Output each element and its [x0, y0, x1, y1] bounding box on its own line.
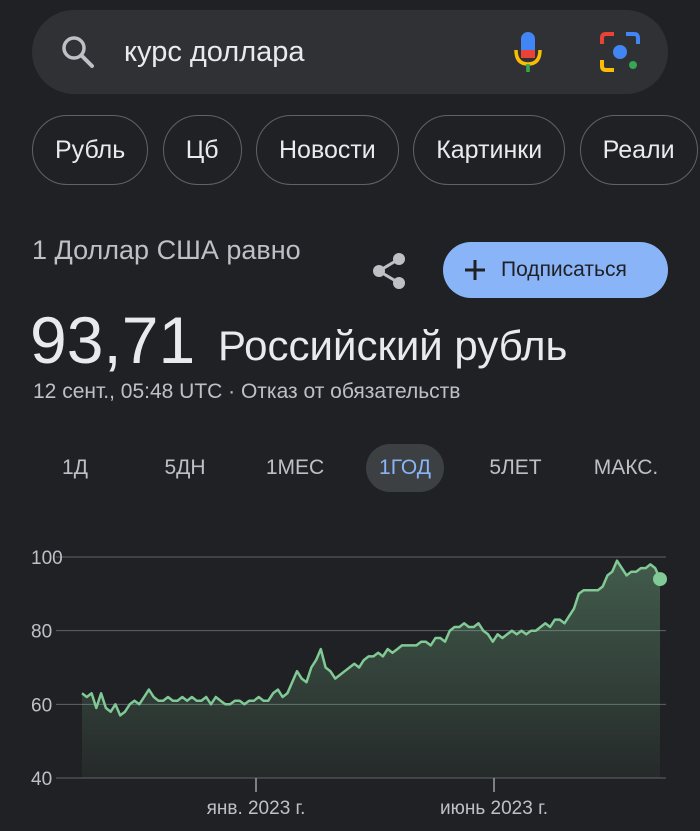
search-bar[interactable]: курс доллара [32, 10, 668, 94]
chip-images[interactable]: Картинки [413, 115, 566, 185]
y-tick-label: 80 [31, 622, 52, 643]
y-tick-label: 100 [31, 548, 63, 569]
x-tick-label: янв. 2023 г. [207, 798, 306, 819]
subscribe-button[interactable]: Подписаться [443, 242, 668, 298]
search-input[interactable]: курс доллара [124, 10, 305, 94]
range-tab-max[interactable]: МАКС. [578, 444, 674, 492]
chip-real[interactable]: Реали [579, 115, 698, 185]
range-tab-5d[interactable]: 5ДН [150, 444, 220, 492]
range-tab-5y[interactable]: 5ЛЕТ [478, 444, 553, 492]
chart-area [82, 560, 660, 778]
timestamp[interactable]: 12 сент., 05:48 UTC · Отказ от обязатель… [33, 378, 460, 406]
x-axis: янв. 2023 г. июнь 2023 г. [207, 778, 548, 819]
chip-news[interactable]: Новости [255, 115, 399, 185]
filter-chips: Рубль Цб Новости Картинки Реали [32, 115, 700, 185]
x-tick-label: июнь 2023 г. [440, 798, 548, 819]
rate-value: 93,71 [30, 303, 196, 377]
plus-icon [465, 260, 485, 280]
chip-ruble[interactable]: Рубль [32, 115, 149, 185]
range-tab-1y[interactable]: 1ГОД [366, 444, 444, 492]
range-tab-1d[interactable]: 1Д [50, 444, 100, 492]
subscribe-label: Подписаться [501, 258, 627, 281]
to-currency-label: Российский рубль [218, 322, 568, 369]
chip-cb[interactable]: Цб [162, 115, 242, 185]
mic-icon[interactable] [510, 28, 546, 76]
from-currency-label: 1 Доллар США равно [32, 235, 301, 265]
chart-last-point [653, 572, 667, 587]
y-tick-label: 60 [31, 695, 52, 716]
y-tick-label: 40 [31, 769, 52, 790]
range-tab-1m[interactable]: 1МЕС [255, 444, 335, 492]
share-icon[interactable] [368, 250, 410, 292]
search-icon [62, 36, 94, 68]
lens-icon[interactable] [598, 30, 642, 74]
exchange-rate-chart[interactable]: 100 80 60 40 янв. 2023 г. июнь 2023 г. [0, 530, 700, 831]
